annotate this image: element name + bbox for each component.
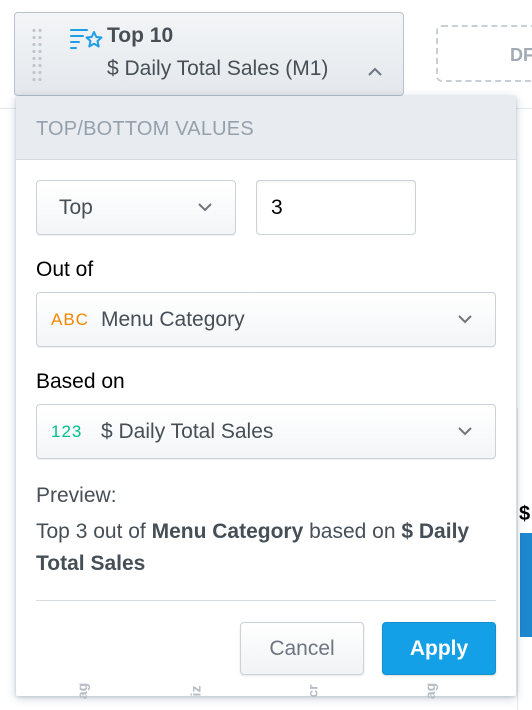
top-bottom-values-popup: TOP/BOTTOM VALUES Top Out of ABC Menu Ca… [16,96,516,696]
chart-border [517,408,518,710]
axis-tick-label: cr [304,684,321,698]
preview-text: Top 3 out of Menu Category based on $ Da… [36,516,496,580]
drag-handle-icon[interactable] [31,27,43,85]
count-input[interactable] [256,180,416,235]
cancel-button[interactable]: Cancel [240,622,364,675]
preview-prefix: Top 3 out of [36,520,152,543]
preview-middle: based on [303,520,402,543]
chevron-up-icon [368,67,382,76]
metric-type-icon: 123 [51,422,83,441]
out-of-label: Out of [36,258,94,281]
chart-bar [520,533,532,637]
chart-value-label: $ [519,503,531,525]
chevron-down-icon [458,427,472,436]
popup-header: TOP/BOTTOM VALUES [16,96,516,160]
chevron-down-icon [458,315,472,324]
ranking-filter-button[interactable]: Top 10 $ Daily Total Sales (M1) [14,12,404,96]
filter-subtitle: $ Daily Total Sales (M1) [107,57,329,80]
based-on-label: Based on [36,370,125,393]
direction-select[interactable]: Top [36,180,236,235]
drop-zone-placeholder[interactable]: DF [436,25,532,82]
drop-zone-text: DF [510,45,532,65]
attribute-type-icon: ABC [51,310,89,329]
ranking-filter-icon [70,29,103,49]
footer-divider [36,600,496,601]
axis-tick-label: iz [187,685,204,697]
out-of-select[interactable]: ABC Menu Category [36,292,496,347]
chevron-down-icon [198,203,212,212]
based-on-select-value: $ Daily Total Sales [101,420,274,443]
axis-tick-label: ag [422,682,439,700]
axis-tick-label: ag [74,682,91,700]
out-of-select-value: Menu Category [101,308,245,331]
based-on-select[interactable]: 123 $ Daily Total Sales [36,404,496,459]
apply-button[interactable]: Apply [382,622,496,675]
preview-label: Preview: [36,484,117,507]
preview-attribute: Menu Category [151,520,304,543]
filter-title: Top 10 [107,24,174,47]
direction-select-value: Top [59,196,93,219]
